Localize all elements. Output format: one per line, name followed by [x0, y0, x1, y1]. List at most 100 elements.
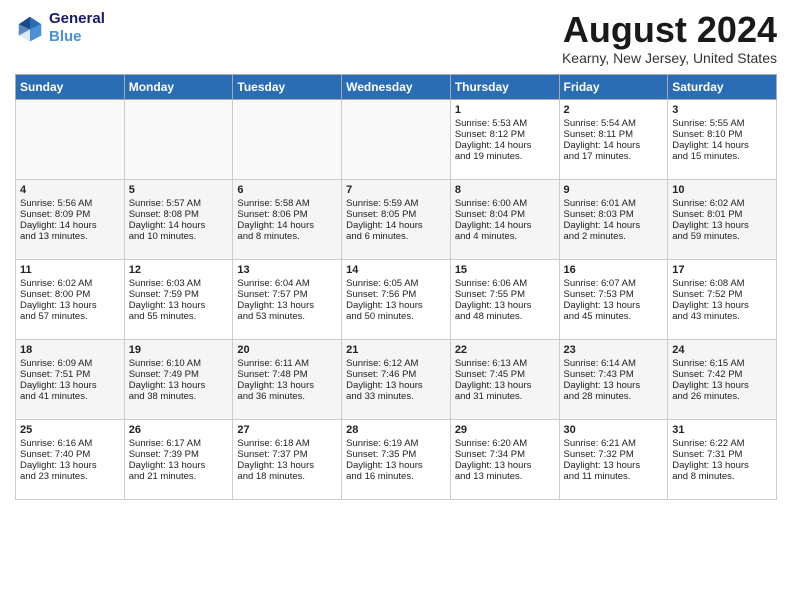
- table-row: 8Sunrise: 6:00 AMSunset: 8:04 PMDaylight…: [450, 179, 559, 259]
- day-info: Sunset: 8:08 PM: [129, 209, 229, 220]
- day-info: and 36 minutes.: [237, 391, 337, 402]
- day-info: Sunrise: 6:20 AM: [455, 438, 555, 449]
- table-row: 11Sunrise: 6:02 AMSunset: 8:00 PMDayligh…: [16, 259, 125, 339]
- day-info: Daylight: 13 hours: [129, 380, 229, 391]
- day-info: Sunset: 7:59 PM: [129, 289, 229, 300]
- calendar-week-row: 1Sunrise: 5:53 AMSunset: 8:12 PMDaylight…: [16, 99, 777, 179]
- day-info: Daylight: 14 hours: [455, 220, 555, 231]
- day-info: Daylight: 14 hours: [455, 140, 555, 151]
- day-info: and 55 minutes.: [129, 311, 229, 322]
- col-saturday: Saturday: [668, 74, 777, 99]
- day-info: and 57 minutes.: [20, 311, 120, 322]
- col-sunday: Sunday: [16, 74, 125, 99]
- day-info: Sunset: 7:57 PM: [237, 289, 337, 300]
- day-info: Daylight: 14 hours: [564, 140, 664, 151]
- header: General Blue August 2024 Kearny, New Jer…: [15, 10, 777, 66]
- day-info: Daylight: 13 hours: [455, 460, 555, 471]
- day-info: Daylight: 13 hours: [237, 300, 337, 311]
- table-row: [124, 99, 233, 179]
- table-row: 22Sunrise: 6:13 AMSunset: 7:45 PMDayligh…: [450, 339, 559, 419]
- day-info: Sunrise: 6:03 AM: [129, 278, 229, 289]
- calendar-header-row: Sunday Monday Tuesday Wednesday Thursday…: [16, 74, 777, 99]
- day-info: Daylight: 14 hours: [129, 220, 229, 231]
- day-info: Daylight: 14 hours: [346, 220, 446, 231]
- day-number: 7: [346, 184, 446, 196]
- day-info: Daylight: 14 hours: [564, 220, 664, 231]
- day-info: Sunset: 7:39 PM: [129, 449, 229, 460]
- calendar-table: Sunday Monday Tuesday Wednesday Thursday…: [15, 74, 777, 500]
- table-row: 23Sunrise: 6:14 AMSunset: 7:43 PMDayligh…: [559, 339, 668, 419]
- day-info: Daylight: 13 hours: [237, 380, 337, 391]
- day-info: Sunrise: 6:15 AM: [672, 358, 772, 369]
- day-info: and 10 minutes.: [129, 231, 229, 242]
- day-info: Sunset: 7:35 PM: [346, 449, 446, 460]
- day-info: Sunrise: 5:58 AM: [237, 198, 337, 209]
- col-monday: Monday: [124, 74, 233, 99]
- table-row: [233, 99, 342, 179]
- day-info: Sunset: 8:11 PM: [564, 129, 664, 140]
- day-info: and 17 minutes.: [564, 151, 664, 162]
- table-row: 3Sunrise: 5:55 AMSunset: 8:10 PMDaylight…: [668, 99, 777, 179]
- day-info: Sunrise: 6:17 AM: [129, 438, 229, 449]
- day-number: 20: [237, 344, 337, 356]
- day-info: Daylight: 14 hours: [20, 220, 120, 231]
- table-row: 7Sunrise: 5:59 AMSunset: 8:05 PMDaylight…: [342, 179, 451, 259]
- calendar-week-row: 25Sunrise: 6:16 AMSunset: 7:40 PMDayligh…: [16, 419, 777, 499]
- day-number: 16: [564, 264, 664, 276]
- table-row: 16 Sunrise: 6:07 AMSunset: 7:53 PMDayligh…: [559, 259, 668, 339]
- day-number: 2: [564, 104, 664, 116]
- day-info: and 18 minutes.: [237, 471, 337, 482]
- day-info: Daylight: 13 hours: [672, 300, 772, 311]
- table-row: 17Sunrise: 6:08 AMSunset: 7:52 PMDayligh…: [668, 259, 777, 339]
- calendar-week-row: 18Sunrise: 6:09 AMSunset: 7:51 PMDayligh…: [16, 339, 777, 419]
- day-info: and 2 minutes.: [564, 231, 664, 242]
- day-number: 25: [20, 424, 120, 436]
- day-info: and 31 minutes.: [455, 391, 555, 402]
- day-number: 19: [129, 344, 229, 356]
- table-row: 19 Sunrise: 6:10 AMSunset: 7:49 PMDayligh…: [124, 339, 233, 419]
- logo-icon: [15, 13, 45, 43]
- day-info: Sunset: 7:46 PM: [346, 369, 446, 380]
- day-info: Daylight: 13 hours: [564, 300, 664, 311]
- day-info: Daylight: 13 hours: [346, 460, 446, 471]
- day-info: Sunset: 7:32 PM: [564, 449, 664, 460]
- day-info: Sunset: 7:49 PM: [129, 369, 229, 380]
- day-info: Sunrise: 6:13 AM: [455, 358, 555, 369]
- day-info: Daylight: 13 hours: [20, 380, 120, 391]
- day-info: Sunrise: 6:06 AM: [455, 278, 555, 289]
- day-number: 13: [237, 264, 337, 276]
- table-row: 5Sunrise: 5:57 AMSunset: 8:08 PMDaylight…: [124, 179, 233, 259]
- day-info: Sunrise: 6:10 AM: [129, 358, 229, 369]
- day-info: Sunrise: 6:07 AM: [564, 278, 664, 289]
- day-info: and 16 minutes.: [346, 471, 446, 482]
- day-info: Daylight: 13 hours: [564, 460, 664, 471]
- day-info: Sunrise: 5:57 AM: [129, 198, 229, 209]
- day-number: 21: [346, 344, 446, 356]
- day-info: Sunset: 7:43 PM: [564, 369, 664, 380]
- day-number: 11: [20, 264, 120, 276]
- calendar-week-row: 11Sunrise: 6:02 AMSunset: 8:00 PMDayligh…: [16, 259, 777, 339]
- table-row: 14Sunrise: 6:05 AMSunset: 7:56 PMDayligh…: [342, 259, 451, 339]
- day-info: Sunset: 8:10 PM: [672, 129, 772, 140]
- day-number: 10: [672, 184, 772, 196]
- day-number: 23: [564, 344, 664, 356]
- table-row: 26Sunrise: 6:17 AMSunset: 7:39 PMDayligh…: [124, 419, 233, 499]
- logo-line2: Blue: [49, 28, 105, 46]
- col-thursday: Thursday: [450, 74, 559, 99]
- day-info: and 13 minutes.: [20, 231, 120, 242]
- day-number: 9: [564, 184, 664, 196]
- day-info: Daylight: 13 hours: [672, 220, 772, 231]
- day-info: Sunset: 7:53 PM: [564, 289, 664, 300]
- logo-line1: General: [49, 10, 105, 28]
- table-row: 4Sunrise: 5:56 AMSunset: 8:09 PMDaylight…: [16, 179, 125, 259]
- day-number: 6: [237, 184, 337, 196]
- day-info: Sunset: 8:04 PM: [455, 209, 555, 220]
- col-friday: Friday: [559, 74, 668, 99]
- day-number: 29: [455, 424, 555, 436]
- day-info: Sunset: 7:48 PM: [237, 369, 337, 380]
- table-row: 20Sunrise: 6:11 AMSunset: 7:48 PMDayligh…: [233, 339, 342, 419]
- day-number: 30: [564, 424, 664, 436]
- day-info: and 21 minutes.: [129, 471, 229, 482]
- day-info: and 48 minutes.: [455, 311, 555, 322]
- location: Kearny, New Jersey, United States: [562, 50, 777, 66]
